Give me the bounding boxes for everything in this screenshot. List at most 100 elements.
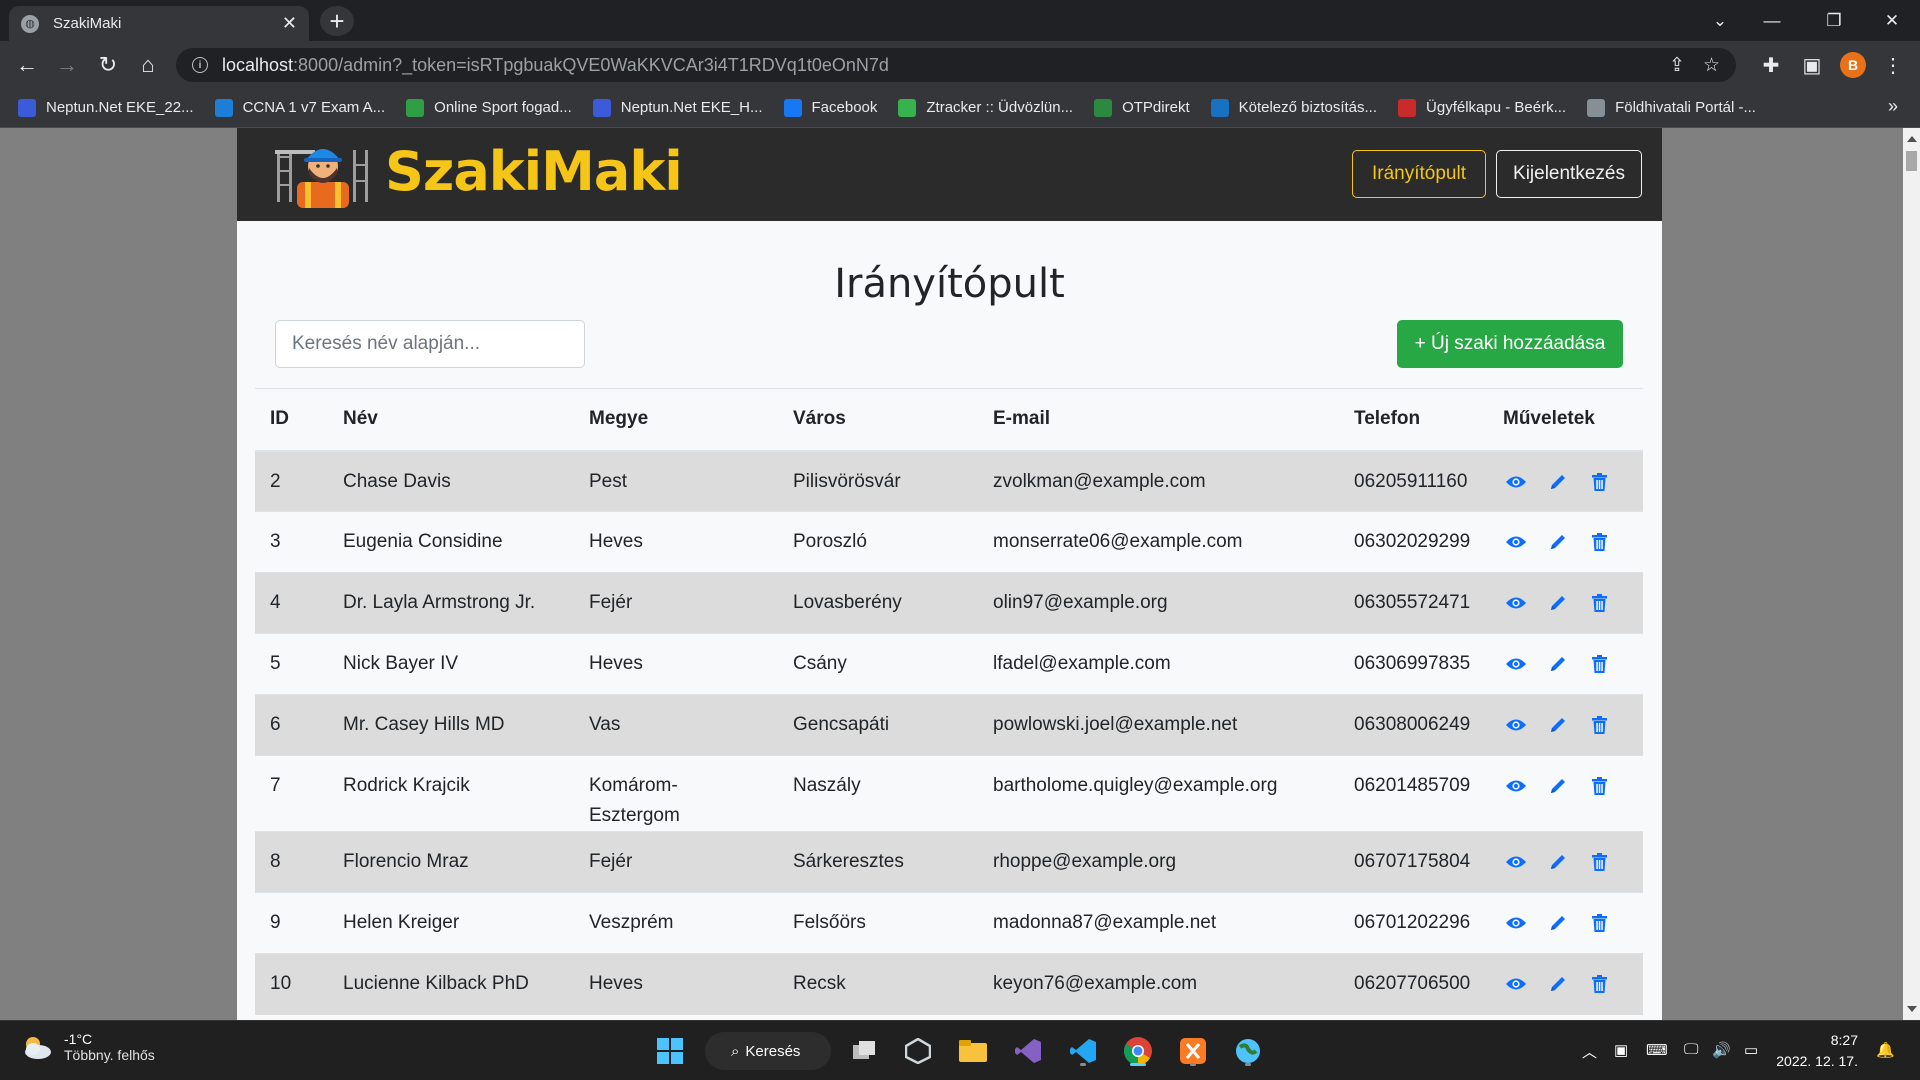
notification-icon[interactable]: 🔔 [1876, 1041, 1895, 1059]
scroll-up-icon[interactable] [1907, 136, 1917, 142]
delete-trash-icon[interactable] [1587, 850, 1612, 874]
view-eye-icon[interactable] [1503, 713, 1528, 737]
back-icon[interactable]: ← [12, 50, 42, 80]
brand-name[interactable]: SzakiMaki [385, 140, 683, 203]
column-header-id[interactable]: ID [255, 388, 328, 452]
tray-app-icon[interactable]: ▣ [1614, 1041, 1628, 1059]
bookmark-item[interactable]: Kötelező biztosítás... [1210, 98, 1377, 117]
xampp-icon[interactable] [1175, 1033, 1211, 1069]
minimize-button[interactable]: — [1744, 0, 1800, 41]
view-eye-icon[interactable] [1503, 470, 1528, 494]
bookmark-item[interactable]: Facebook [783, 98, 877, 117]
system-clock[interactable]: 8:27 2022. 12. 17. [1776, 1030, 1858, 1072]
bookmark-item[interactable]: OTPdirekt [1094, 98, 1190, 117]
bookmark-star-icon[interactable]: ☆ [1703, 54, 1720, 77]
bookmark-item[interactable]: Neptun.Net EKE_22... [18, 98, 194, 117]
logout-button[interactable]: Kijelentkezés [1496, 150, 1642, 198]
close-window-button[interactable]: ✕ [1864, 0, 1920, 41]
bookmark-item[interactable]: Online Sport fogad... [406, 98, 572, 117]
bookmark-favicon-icon [214, 98, 233, 117]
delete-trash-icon[interactable] [1587, 652, 1612, 676]
view-eye-icon[interactable] [1503, 850, 1528, 874]
volume-icon[interactable]: 🔊 [1712, 1041, 1731, 1059]
side-panel-icon[interactable]: ▣ [1797, 50, 1827, 80]
profile-avatar[interactable]: B [1840, 52, 1866, 78]
bookmark-item[interactable]: Ügyfélkapu - Beérk... [1398, 98, 1566, 117]
bookmark-item[interactable]: Neptun.Net EKE_H... [592, 98, 763, 117]
edit-pencil-icon[interactable] [1545, 774, 1570, 798]
visual-studio-icon[interactable] [1010, 1033, 1046, 1069]
delete-trash-icon[interactable] [1587, 774, 1612, 798]
chrome-icon[interactable] [1120, 1033, 1156, 1069]
home-icon[interactable]: ⌂ [133, 50, 163, 80]
site-info-icon[interactable]: i [192, 57, 208, 73]
edit-pencil-icon[interactable] [1545, 850, 1570, 874]
column-header-city[interactable]: Város [778, 388, 978, 452]
new-tab-button[interactable]: + [320, 6, 354, 36]
page-scrollbar[interactable] [1903, 128, 1920, 1020]
close-tab-icon[interactable]: ✕ [282, 13, 297, 34]
address-bar[interactable]: i localhost:8000/admin?_token=isRTpgbuak… [176, 48, 1736, 82]
app-icon-unity[interactable] [900, 1033, 936, 1069]
add-worker-button[interactable]: + Új szaki hozzáadása [1397, 320, 1623, 368]
view-eye-icon[interactable] [1503, 530, 1528, 554]
column-header-phone[interactable]: Telefon [1339, 388, 1488, 452]
column-header-email[interactable]: E-mail [978, 388, 1339, 452]
edit-pencil-icon[interactable] [1545, 713, 1570, 737]
keyboard-icon[interactable]: ⌨ [1646, 1041, 1668, 1059]
view-eye-icon[interactable] [1503, 774, 1528, 798]
weather-widget[interactable]: -1°C Többny. felhős [20, 1031, 155, 1063]
column-header-county[interactable]: Megye [574, 388, 778, 452]
table-row: 9 Helen Kreiger Veszprém Felsőörs madonna87@… [255, 892, 1643, 954]
view-eye-icon[interactable] [1503, 652, 1528, 676]
delete-trash-icon[interactable] [1587, 911, 1612, 935]
reload-icon[interactable]: ↻ [93, 50, 123, 80]
bookmark-item[interactable]: Ztracker :: Üdvözlün... [898, 98, 1073, 117]
dashboard-nav-button[interactable]: Irányítópult [1352, 150, 1486, 198]
network-icon[interactable]: 🖵 [1684, 1041, 1698, 1058]
bookmark-item[interactable]: Földhivatali Portál -... [1587, 98, 1756, 117]
view-eye-icon[interactable] [1503, 972, 1528, 996]
delete-trash-icon[interactable] [1587, 713, 1612, 737]
globe-icon: ◍ [21, 14, 39, 33]
edit-pencil-icon[interactable] [1545, 652, 1570, 676]
delete-trash-icon[interactable] [1587, 972, 1612, 996]
view-eye-icon[interactable] [1503, 911, 1528, 935]
bookmark-item[interactable]: CCNA 1 v7 Exam A... [214, 98, 385, 117]
bookmarks-overflow-icon[interactable]: » [1888, 96, 1898, 117]
delete-trash-icon[interactable] [1587, 530, 1612, 554]
menu-icon[interactable]: ⋮ [1878, 50, 1908, 80]
edit-pencil-icon[interactable] [1545, 972, 1570, 996]
cell-id: 6 [255, 694, 328, 756]
tab-search-chevron-icon[interactable]: ⌄ [1692, 0, 1748, 41]
column-header-name[interactable]: Név [328, 388, 574, 452]
bookmark-favicon-icon [898, 98, 917, 117]
share-icon[interactable]: ⇪ [1669, 54, 1685, 77]
cell-phone: 06207706500 [1339, 953, 1488, 1015]
scroll-down-icon[interactable] [1907, 1006, 1917, 1012]
extensions-icon[interactable]: ✚ [1756, 50, 1786, 80]
start-icon[interactable] [652, 1033, 688, 1069]
edit-pencil-icon[interactable] [1545, 591, 1570, 615]
scrollbar-thumb[interactable] [1906, 151, 1917, 171]
edit-pencil-icon[interactable] [1545, 470, 1570, 494]
taskbar-search[interactable]: ⌕ Keresés [705, 1032, 831, 1070]
browser-tab[interactable]: ◍ SzakiMaki ✕ [9, 6, 309, 41]
view-eye-icon[interactable] [1503, 591, 1528, 615]
battery-icon[interactable]: ▭ [1744, 1041, 1758, 1059]
app-icon-globe[interactable] [1230, 1033, 1266, 1069]
delete-trash-icon[interactable] [1587, 591, 1612, 615]
vscode-icon[interactable] [1065, 1033, 1101, 1069]
cell-name: Mr. Casey Hills MD [328, 694, 574, 756]
tray-chevron-icon[interactable]: ︿ [1582, 1041, 1597, 1062]
edit-pencil-icon[interactable] [1545, 530, 1570, 554]
delete-trash-icon[interactable] [1587, 470, 1612, 494]
task-view-icon[interactable] [846, 1033, 882, 1069]
forward-icon[interactable]: → [52, 50, 82, 80]
edit-pencil-icon[interactable] [1545, 911, 1570, 935]
taskbar-search-label: Keresés [745, 1042, 801, 1060]
bookmark-favicon-icon [406, 98, 425, 117]
file-explorer-icon[interactable] [955, 1033, 991, 1069]
restore-button[interactable]: ❐ [1806, 0, 1862, 41]
search-input[interactable] [275, 320, 585, 368]
